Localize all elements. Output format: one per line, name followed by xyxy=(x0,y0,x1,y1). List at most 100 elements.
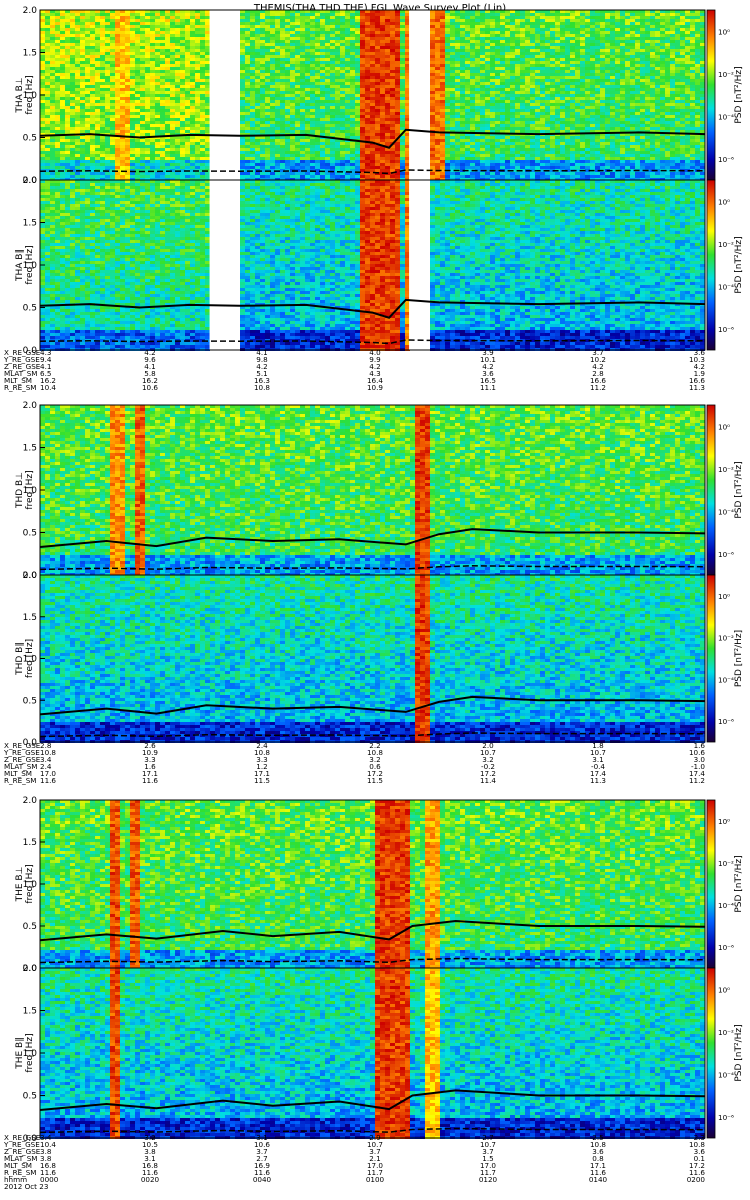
spectrogram-cell xyxy=(205,115,210,118)
spectrogram-cell xyxy=(115,130,120,133)
spectrogram-cell xyxy=(75,124,80,127)
spectrogram-cell xyxy=(200,163,205,166)
spectrogram-cell xyxy=(65,130,70,133)
spectrogram-cell xyxy=(290,82,295,85)
spectrogram-cell xyxy=(65,166,70,169)
spectrogram-cell xyxy=(75,37,80,40)
spectrogram-cell xyxy=(80,88,85,91)
spectrogram-cell xyxy=(280,82,285,85)
spectrogram-cell xyxy=(275,40,280,43)
spectrogram-cell xyxy=(250,16,255,19)
spectrogram-cell xyxy=(85,127,90,130)
spectrogram-cell xyxy=(280,91,285,94)
spectrogram-cell xyxy=(160,79,165,82)
spectrogram-cell xyxy=(50,136,55,139)
spectrogram-cell xyxy=(260,154,265,157)
spectrogram-cell xyxy=(150,172,155,175)
spectrogram-cell xyxy=(265,145,270,148)
spectrogram-cell xyxy=(90,106,95,109)
spectrogram-cell xyxy=(180,166,185,169)
spectrogram-cell xyxy=(50,34,55,37)
spectrogram-cell xyxy=(60,121,65,124)
spectrogram-cell xyxy=(250,40,255,43)
spectrogram-cell xyxy=(205,28,210,31)
spectrogram-cell xyxy=(240,40,245,43)
spectrogram-cell xyxy=(110,82,115,85)
spectrogram-cell xyxy=(190,64,195,67)
spectrogram-cell xyxy=(90,49,95,52)
spectrogram-cell xyxy=(115,145,120,148)
spectrogram-cell xyxy=(190,166,195,169)
spectrogram-cell xyxy=(190,31,195,34)
spectrogram-cell xyxy=(115,124,120,127)
spectrogram-cell xyxy=(90,151,95,154)
spectrogram-cell xyxy=(50,163,55,166)
spectrogram-cell xyxy=(240,151,245,154)
spectrogram-cell xyxy=(40,67,45,70)
spectrogram-cell xyxy=(175,100,180,103)
spectrogram-cell xyxy=(295,43,300,46)
spectrogram-cell xyxy=(80,91,85,94)
spectrogram-cell xyxy=(275,46,280,49)
spectrogram-cell xyxy=(115,37,120,40)
spectrogram-cell xyxy=(145,139,150,142)
spectrogram-cell xyxy=(285,124,290,127)
spectrogram-cell xyxy=(55,142,60,145)
spectrogram-cell xyxy=(250,43,255,46)
spectrogram-cell xyxy=(45,118,50,121)
spectrogram-cell xyxy=(145,55,150,58)
spectrogram-cell xyxy=(130,151,135,154)
spectrogram-cell xyxy=(130,94,135,97)
spectrogram-cell xyxy=(135,142,140,145)
spectrogram-cell xyxy=(140,157,145,160)
spectrogram-cell xyxy=(155,73,160,76)
spectrogram-cell xyxy=(275,85,280,88)
spectrogram-cell xyxy=(170,13,175,16)
spectrogram-cell xyxy=(270,106,275,109)
spectrogram-cell xyxy=(100,37,105,40)
spectrogram-cell xyxy=(245,76,250,79)
spectrogram-cell xyxy=(85,85,90,88)
spectrogram-cell xyxy=(295,91,300,94)
spectrogram-cell xyxy=(80,118,85,121)
spectrogram-cell xyxy=(295,103,300,106)
spectrogram-cell xyxy=(85,91,90,94)
spectrogram-cell xyxy=(290,43,295,46)
spectrogram-cell xyxy=(135,22,140,25)
spectrogram-cell xyxy=(260,112,265,115)
spectrogram-cell xyxy=(105,160,110,163)
spectrogram-cell xyxy=(250,19,255,22)
spectrogram-cell xyxy=(200,52,205,55)
spectrogram-cell xyxy=(70,94,75,97)
spectrogram-cell xyxy=(90,145,95,148)
spectrogram-cell xyxy=(265,151,270,154)
spectrogram-cell xyxy=(180,106,185,109)
spectrogram-cell xyxy=(160,160,165,163)
spectrogram-cell xyxy=(130,166,135,169)
spectrogram-cell xyxy=(190,79,195,82)
spectrogram-cell xyxy=(95,94,100,97)
spectrogram-cell xyxy=(190,130,195,133)
spectrogram-cell xyxy=(60,37,65,40)
spectrogram-cell xyxy=(85,82,90,85)
spectrogram-cell xyxy=(270,109,275,112)
spectrogram-cell xyxy=(105,142,110,145)
spectrogram-cell xyxy=(170,100,175,103)
spectrogram-cell xyxy=(85,166,90,169)
spectrogram-cell xyxy=(70,19,75,22)
spectrogram-cell xyxy=(150,121,155,124)
spectrogram-cell xyxy=(205,40,210,43)
spectrogram-cell xyxy=(290,31,295,34)
spectrogram-cell xyxy=(165,70,170,73)
spectrogram-cell xyxy=(170,79,175,82)
spectrogram-cell xyxy=(200,61,205,64)
spectrogram-cell xyxy=(165,79,170,82)
spectrogram-cell xyxy=(155,64,160,67)
spectrogram-cell xyxy=(165,49,170,52)
spectrogram-cell xyxy=(150,28,155,31)
spectrogram-cell xyxy=(175,13,180,16)
spectrogram-cell xyxy=(150,103,155,106)
spectrogram-cell xyxy=(285,46,290,49)
spectrogram-cell xyxy=(45,148,50,151)
spectrogram-cell xyxy=(270,34,275,37)
